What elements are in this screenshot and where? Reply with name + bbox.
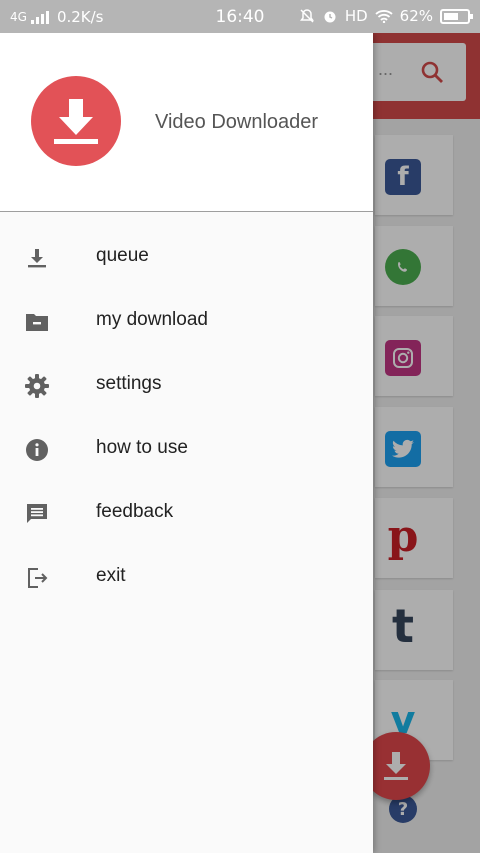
menu-item-label: how to use xyxy=(96,437,188,458)
menu-item-exit[interactable]: exit xyxy=(0,545,373,609)
drawer-header: Video Downloader xyxy=(0,33,373,212)
alarm-icon xyxy=(324,11,336,23)
hd-indicator: HD xyxy=(344,7,368,25)
menu-item-label: my download xyxy=(96,309,208,330)
battery-percent: 62% xyxy=(399,7,433,25)
exit-icon xyxy=(24,565,50,591)
feedback-icon xyxy=(24,501,50,527)
status-bar: 4G 0.2K/s 16:40 HD 62% xyxy=(0,0,480,33)
info-icon xyxy=(24,437,50,463)
gear-icon xyxy=(24,373,50,399)
folder-icon xyxy=(24,309,50,335)
menu-item-label: feedback xyxy=(96,501,174,522)
menu-item-label: settings xyxy=(96,373,162,394)
app-logo xyxy=(31,76,121,166)
menu-item-queue[interactable]: queue xyxy=(0,225,373,289)
app-name: Video Downloader xyxy=(155,111,319,133)
menu-item-how-to-use[interactable]: how to use xyxy=(0,417,373,481)
menu-item-label: queue xyxy=(96,245,149,266)
drawer-menu: queue my download settings how to use fe… xyxy=(0,225,373,609)
bell-off-icon xyxy=(299,9,314,23)
menu-item-settings[interactable]: settings xyxy=(0,353,373,417)
menu-item-feedback[interactable]: feedback xyxy=(0,481,373,545)
wifi-icon xyxy=(375,10,393,23)
status-right: HD 62% xyxy=(299,7,473,25)
download-icon xyxy=(24,245,50,271)
battery-icon xyxy=(440,8,473,24)
download-icon xyxy=(54,99,98,144)
menu-item-label: exit xyxy=(96,565,126,586)
menu-item-my-download[interactable]: my download xyxy=(0,289,373,353)
navigation-drawer: Video Downloader queue my download setti… xyxy=(0,33,373,853)
